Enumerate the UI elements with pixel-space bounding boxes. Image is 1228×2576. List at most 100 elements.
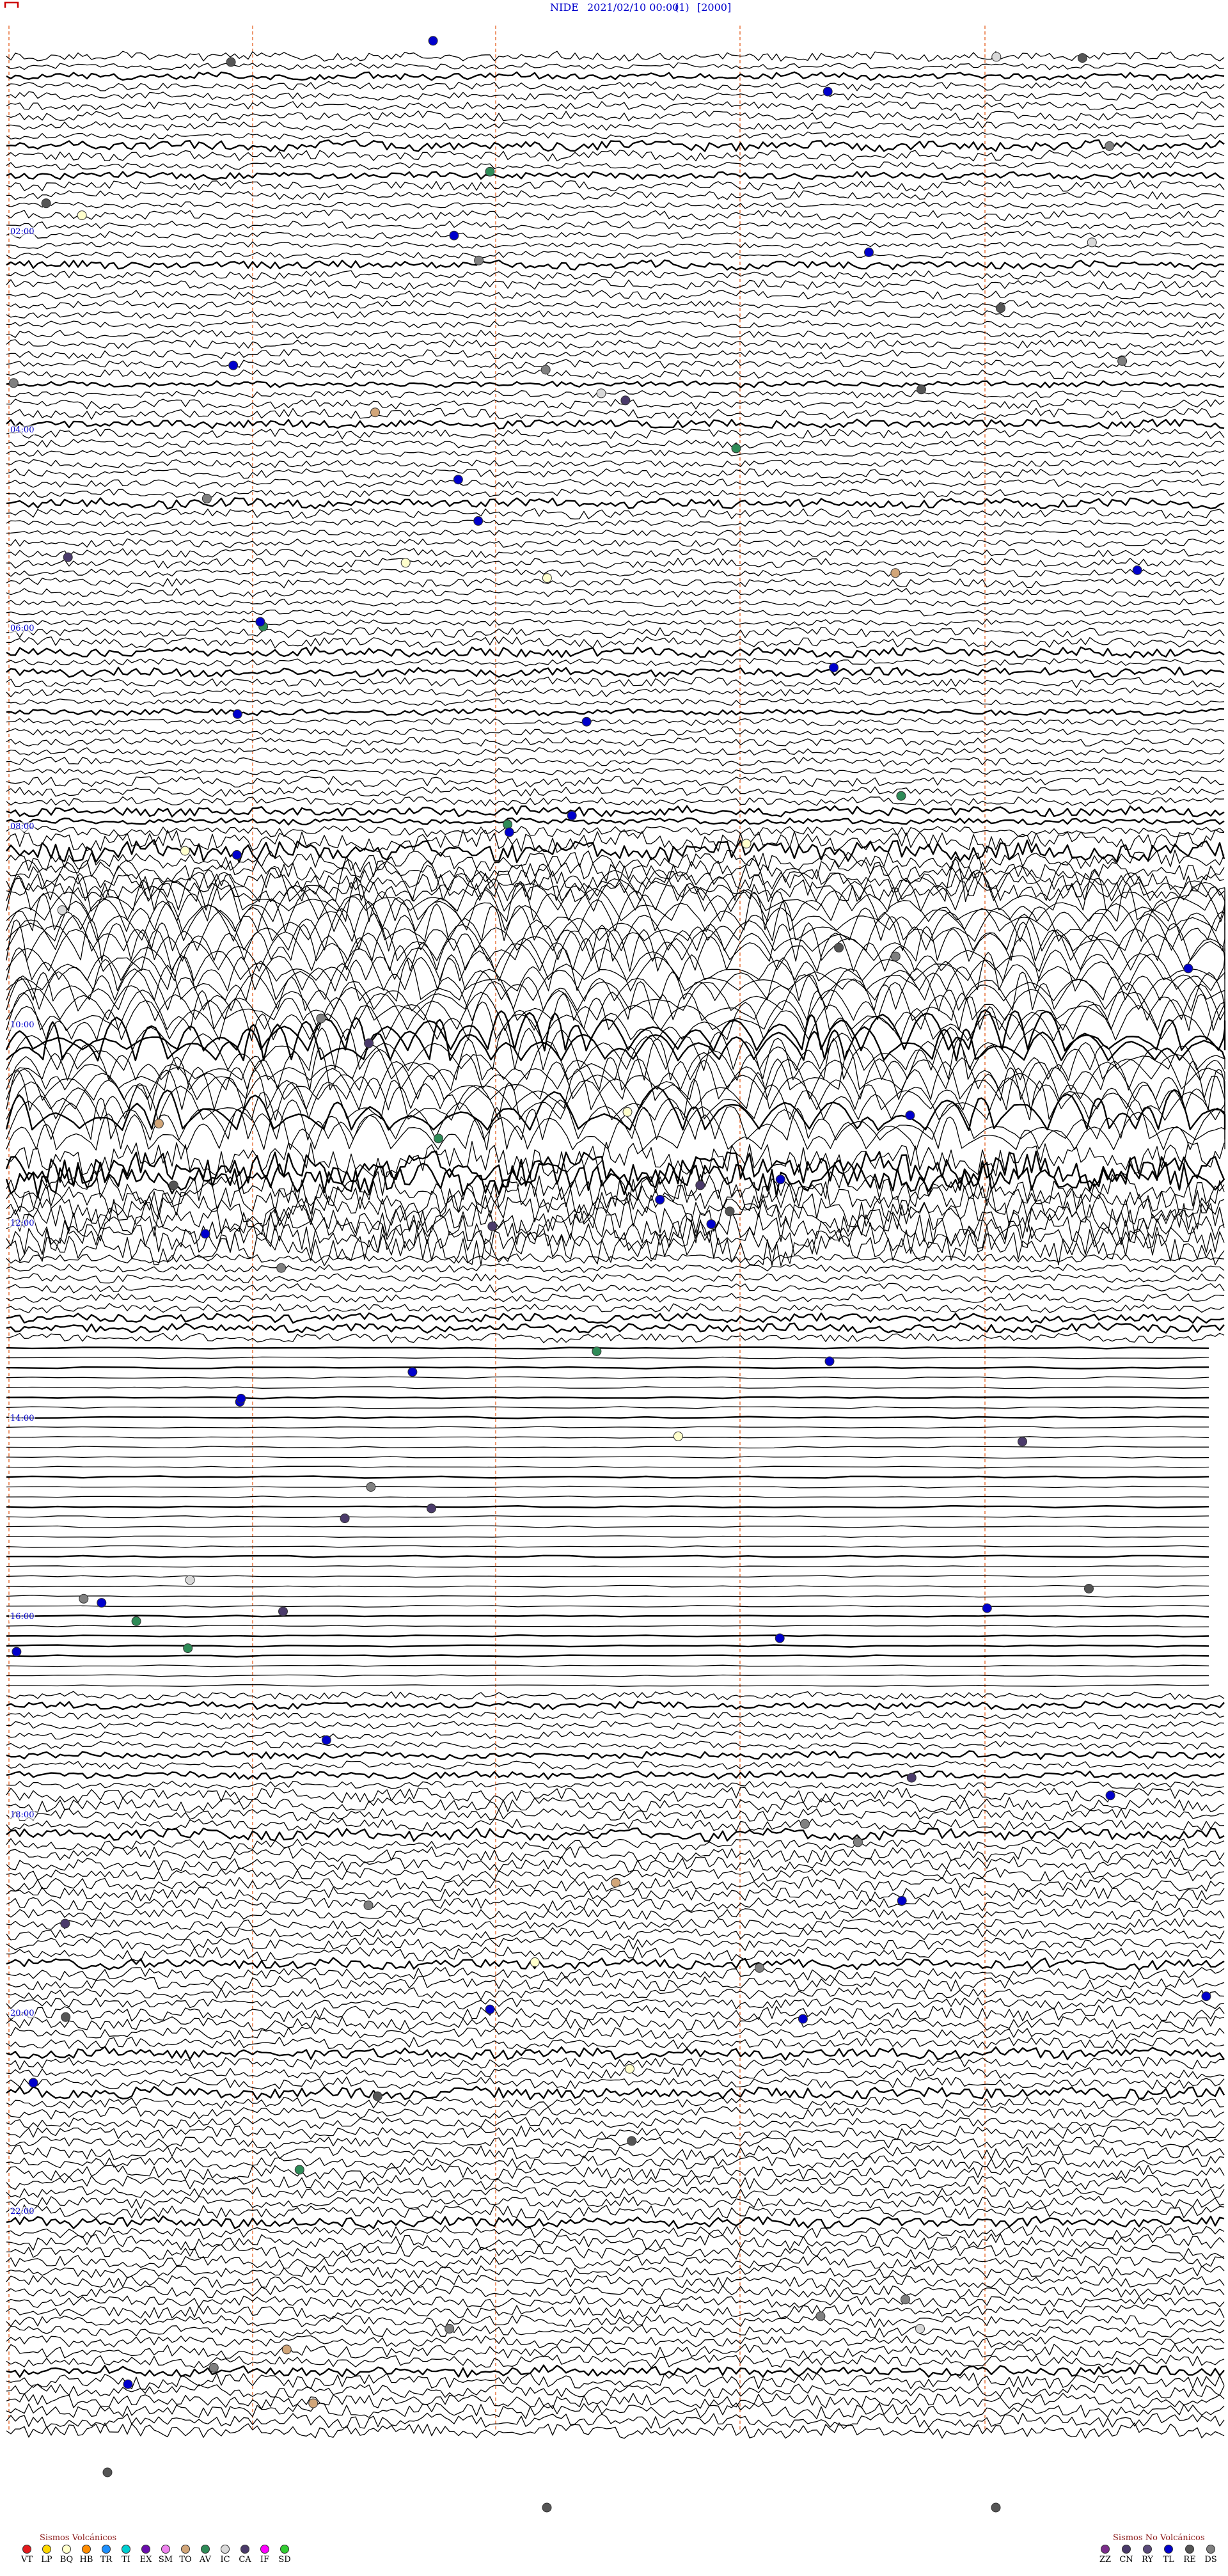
event-marker-icon [542, 2502, 552, 2513]
seismic-trace-line [6, 667, 1225, 678]
event-marker-icon [655, 1194, 665, 1205]
seismic-trace-line [6, 1466, 1209, 1469]
seismic-trace-line [6, 279, 1225, 290]
seismic-trace-line [6, 548, 1225, 558]
legend-item-lp: LP [39, 2545, 54, 2564]
event-marker-icon [798, 2014, 808, 2024]
event-marker-icon [340, 1513, 350, 1524]
event-marker-icon [905, 1110, 915, 1121]
seismic-trace-line [6, 428, 1225, 440]
legend-color-icon [82, 2545, 91, 2554]
seismic-trace-line [6, 878, 1225, 922]
event-marker-icon [622, 1107, 633, 1117]
legend-code: AV [199, 2555, 212, 2564]
legend-code: ZZ [1099, 2555, 1112, 2564]
seismic-trace-line [6, 968, 1225, 1012]
event-marker-icon [890, 568, 901, 578]
event-marker-icon [706, 1219, 716, 1229]
seismic-trace-line [6, 1192, 1225, 1228]
event-marker-icon [255, 617, 265, 627]
seismic-trace-line [6, 1406, 1209, 1409]
legend-item-re: RE [1182, 2545, 1197, 2564]
legend-code: HB [79, 2555, 93, 2564]
seismic-trace-line [6, 1818, 1225, 1832]
seismic-trace-line [6, 786, 1225, 797]
seismic-trace-line [6, 1332, 1225, 1343]
event-marker-icon [154, 1119, 164, 1128]
seismic-trace-line [6, 101, 1225, 111]
event-marker-icon [542, 573, 552, 583]
seismic-trace-line [6, 161, 1225, 170]
seismic-trace-line [6, 1293, 1225, 1304]
legend-item-ex: EX [138, 2545, 154, 2564]
seismic-trace-line [6, 2412, 1225, 2429]
event-marker-icon [917, 384, 926, 395]
event-marker-icon [61, 2012, 71, 2022]
event-marker-icon [366, 1482, 376, 1492]
legend-item-hb: HB [79, 2545, 94, 2564]
seismic-trace-line [6, 91, 1225, 101]
event-marker-icon [276, 1263, 287, 1273]
record-datetime: 2021/02/10 00:00 [587, 1, 679, 13]
time-label: 08:00 [9, 822, 36, 832]
seismic-trace-line [6, 359, 1225, 370]
legend-item-ic: IC [217, 2545, 233, 2564]
seismic-trace-line [6, 2144, 1225, 2160]
seismic-trace-line [6, 1684, 1209, 1687]
legend-color-icon [181, 2545, 190, 2554]
legend-color-icon [1143, 2545, 1152, 2554]
event-marker-icon [625, 2064, 634, 2074]
event-marker-icon [1018, 1437, 1027, 1447]
seismic-trace-line [6, 2285, 1225, 2298]
seismic-trace-line [6, 1525, 1209, 1528]
legend-color-icon [62, 2545, 71, 2554]
seismic-trace-line [6, 1897, 1225, 1912]
event-marker-icon [503, 819, 513, 830]
seismic-trace-line [6, 380, 1225, 388]
seismic-trace-line [6, 449, 1225, 458]
seismic-trace-line [6, 1273, 1225, 1284]
seismic-trace-line [6, 349, 1225, 360]
time-label: 18:00 [9, 1810, 36, 1820]
legend-color-icon [1164, 2545, 1173, 2554]
seismic-trace-line [6, 529, 1225, 537]
seismic-trace-line [5, 1150, 1225, 1188]
seismic-trace-line [6, 1856, 1225, 1873]
legend-item-zz: ZZ [1098, 2545, 1113, 2564]
event-marker-icon [321, 1735, 331, 1745]
event-marker-icon [1132, 565, 1142, 575]
event-marker-icon [695, 1180, 705, 1190]
legend-item-sd: SD [277, 2545, 292, 2564]
event-marker-icon [278, 1606, 288, 1616]
event-marker-icon [57, 905, 67, 915]
event-marker-icon [63, 552, 73, 562]
seismic-trace-line [6, 81, 1225, 91]
event-marker-icon [611, 1877, 621, 1888]
event-marker-icon [485, 2004, 495, 2014]
seismic-trace-line [6, 1322, 1225, 1334]
legend-color-icon [102, 2545, 111, 2554]
seismic-trace-line [6, 1634, 1209, 1638]
event-marker-icon [487, 1221, 498, 1231]
event-marker-icon [823, 86, 833, 97]
event-marker-icon [596, 388, 606, 399]
seismic-trace-line [6, 817, 1225, 826]
event-marker-icon [834, 942, 844, 952]
seismic-trace-line [6, 1455, 1209, 1459]
seismic-trace-line [6, 2046, 1225, 2061]
seismic-trace-line [6, 121, 1225, 131]
seismic-trace-line [6, 2096, 1225, 2110]
seismic-trace-line [6, 2136, 1225, 2149]
seismic-trace-line [6, 110, 1225, 122]
seismic-trace-line [6, 489, 1225, 498]
seismic-trace-line [6, 598, 1225, 607]
seismic-trace-line [6, 1937, 1225, 1951]
event-marker-icon [209, 2362, 219, 2373]
seismic-trace-line [6, 1366, 1209, 1370]
seismic-trace-line [6, 747, 1225, 757]
event-marker-icon [1201, 1991, 1211, 2002]
seismic-trace-line [6, 636, 1225, 649]
event-marker-icon [28, 2078, 38, 2088]
event-marker-icon [1077, 53, 1087, 63]
event-marker-icon [97, 1598, 107, 1608]
